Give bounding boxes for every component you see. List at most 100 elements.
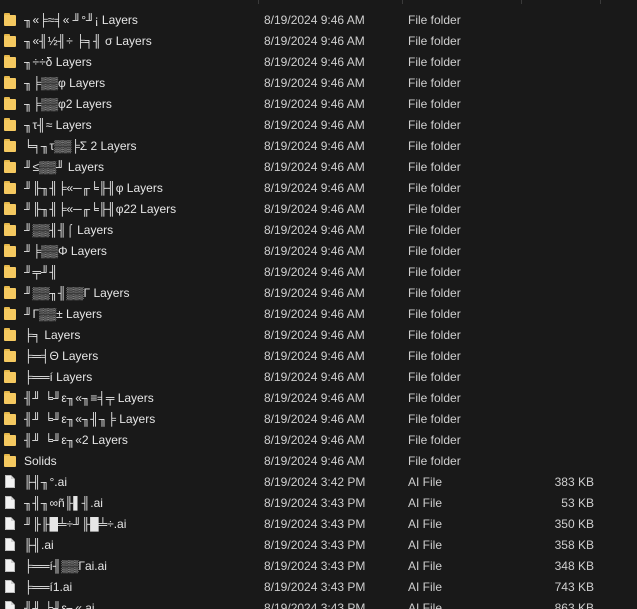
folder-icon [4,97,18,111]
folder-icon [4,160,18,174]
item-name: ╜╟╖╢╞«─╓╘╟╢φ Layers [24,181,163,195]
column-separator[interactable] [402,0,403,4]
item-date-modified: 8/19/2024 9:46 AM [264,76,365,90]
item-type: File folder [408,265,461,279]
folder-row[interactable]: ╜Γ▒▒± Layers 8/19/2024 9:46 AM File folder [0,304,637,325]
folder-row[interactable]: ╖÷÷δ Layers 8/19/2024 9:46 AM File folder [0,52,637,73]
folder-row[interactable]: ╜╞▒▒Φ Layers 8/19/2024 9:46 AM File folder [0,241,637,262]
item-type: File folder [408,34,461,48]
item-name: Solids [24,454,57,468]
item-type: AI File [408,496,443,510]
item-type: File folder [408,202,461,216]
item-date-modified: 8/19/2024 9:46 AM [264,160,365,174]
folder-icon [4,286,18,300]
item-name: ╖«╞≈╡« ╜°╜¡ Layers [24,13,138,27]
item-name: ╞══í╢▒▒Γai.ai [24,559,107,573]
folder-icon [4,265,18,279]
file-row[interactable]: ╟╢╖°.ai 8/19/2024 3:42 PM AI File 383 KB [0,472,637,493]
folder-icon [4,13,18,27]
item-type: AI File [408,559,443,573]
item-type: File folder [408,433,461,447]
item-date-modified: 8/19/2024 9:46 AM [264,265,365,279]
item-type: File folder [408,76,461,90]
folder-row[interactable]: ╜╟╖╢╞«─╓╘╟╢φ Layers 8/19/2024 9:46 AM File… [0,178,637,199]
item-name: ╞╕ Layers [24,328,81,342]
folder-row[interactable]: ╘╕╖τ▒▒╞Σ 2 Layers 8/19/2024 9:46 AM File f… [0,136,637,157]
folder-row[interactable]: ╖╞▒▒φ Layers 8/19/2024 9:46 AM File folder [0,73,637,94]
item-date-modified: 8/19/2024 9:46 AM [264,181,365,195]
folder-icon [4,349,18,363]
item-name: ╜╤╜╢ [24,265,59,279]
item-size: 350 KB [554,517,594,531]
file-row[interactable]: ╖╢╖∞ñ╟▌╢.ai 8/19/2024 3:43 PM AI File 53 KB [0,493,637,514]
item-date-modified: 8/19/2024 9:46 AM [264,202,365,216]
item-date-modified: 8/19/2024 9:46 AM [264,223,365,237]
column-separator[interactable] [521,0,522,4]
item-name: ╞═╡Θ Layers [24,349,99,363]
item-type: AI File [408,517,443,531]
folder-row[interactable]: ╢╜ ╘╜ε╖«2 Layers 8/19/2024 9:46 AM File fo… [0,430,637,451]
folder-row[interactable]: ╜╟╖╢╞«─╓╘╟╢φ22 Layers 8/19/2024 9:46 AM Fi… [0,199,637,220]
column-separator[interactable] [600,0,601,4]
folder-row[interactable]: ╞═╡Θ Layers 8/19/2024 9:46 AM File folder [0,346,637,367]
item-date-modified: 8/19/2024 3:43 PM [264,538,366,552]
folder-icon [4,118,18,132]
file-row[interactable]: ╟╢.ai 8/19/2024 3:43 PM AI File 358 KB [0,535,637,556]
item-type: File folder [408,97,461,111]
item-date-modified: 8/19/2024 9:46 AM [264,328,365,342]
item-date-modified: 8/19/2024 3:43 PM [264,580,366,594]
folder-row[interactable]: ╜≤▒▒╜ Layers 8/19/2024 9:46 AM File folder [0,157,637,178]
item-name: ╖╞▒▒φ2 Layers [24,97,112,111]
file-row[interactable]: ╜╟╟█╧÷╜╟█╧÷.ai 8/19/2024 3:43 PM AI File 35… [0,514,637,535]
folder-row[interactable]: ╜▒▒╢╢⌠ Layers 8/19/2024 9:46 AM File folde… [0,220,637,241]
item-date-modified: 8/19/2024 9:46 AM [264,412,365,426]
column-separator[interactable] [258,0,259,4]
folder-row[interactable]: ╖╞▒▒φ2 Layers 8/19/2024 9:46 AM File folde… [0,94,637,115]
item-type: File folder [408,349,461,363]
item-name: ╘╕╖τ▒▒╞Σ 2 Layers [24,139,137,153]
folder-row[interactable]: ╖«╢½╢÷ ╞╕╢ σ Layers 8/19/2024 9:46 AM File… [0,31,637,52]
item-name: ╜▒▒╖╢▒▒Γ Layers [24,286,130,300]
file-row[interactable]: ╞══í1.ai 8/19/2024 3:43 PM AI File 743 KB [0,577,637,598]
item-date-modified: 8/19/2024 9:46 AM [264,244,365,258]
file-list: ╖«╞≈╡« ╜°╜¡ Layers 8/19/2024 9:46 AM File … [0,0,637,609]
item-type: File folder [408,244,461,258]
item-name: ╜╞▒▒Φ Layers [24,244,107,258]
item-name: ╜╟╖╢╞«─╓╘╟╢φ22 Layers [24,202,177,216]
item-size: 348 KB [554,559,594,573]
file-row[interactable]: ╞══í╢▒▒Γai.ai 8/19/2024 3:43 PM AI File 348… [0,556,637,577]
folder-row[interactable]: ╞══í Layers 8/19/2024 9:46 AM File folder [0,367,637,388]
item-date-modified: 8/19/2024 3:43 PM [264,517,366,531]
folder-row[interactable]: ╖τ╢≈ Layers 8/19/2024 9:46 AM File folder [0,115,637,136]
item-name: ╖τ╢≈ Layers [24,118,92,132]
item-name: ╢╜ ╘╜ε╖«╖≡╡╤ Layers [24,391,154,405]
item-name: ╟╢.ai [24,538,54,552]
item-date-modified: 8/19/2024 9:46 AM [264,307,365,321]
item-type: AI File [408,475,443,489]
item-type: File folder [408,328,461,342]
item-name: ╞══í Layers [24,370,93,384]
folder-icon [4,433,18,447]
folder-icon [4,202,18,216]
file-icon [4,496,18,510]
folder-row[interactable]: ╜╤╜╢ 8/19/2024 9:46 AM File folder [0,262,637,283]
item-date-modified: 8/19/2024 9:46 AM [264,13,365,27]
item-size: 358 KB [554,538,594,552]
item-name: ╞══í1.ai [24,580,73,594]
item-size: 383 KB [554,475,594,489]
folder-row[interactable]: ╢╜ ╘╜ε╖«╖≡╡╤ Layers 8/19/2024 9:46 AM File… [0,388,637,409]
item-type: File folder [408,286,461,300]
folder-icon [4,328,18,342]
item-date-modified: 8/19/2024 9:46 AM [264,34,365,48]
folder-row[interactable]: Solids 8/19/2024 9:46 AM File folder [0,451,637,472]
folder-row[interactable]: ╢╜ ╘╜ε╖«╖╢╖╞ Layers 8/19/2024 9:46 AM File… [0,409,637,430]
item-type: File folder [408,160,461,174]
folder-row[interactable]: ╖«╞≈╡« ╜°╜¡ Layers 8/19/2024 9:46 AM File … [0,10,637,31]
folder-row[interactable]: ╜▒▒╖╢▒▒Γ Layers 8/19/2024 9:46 AM File fol… [0,283,637,304]
file-icon [4,517,18,531]
item-date-modified: 8/19/2024 3:43 PM [264,601,366,609]
file-row[interactable]: ╢╜ ╘╜ε╖«.ai 8/19/2024 3:43 PM AI File 863 K… [0,598,637,609]
item-type: File folder [408,139,461,153]
folder-icon [4,244,18,258]
folder-row[interactable]: ╞╕ Layers 8/19/2024 9:46 AM File folder [0,325,637,346]
